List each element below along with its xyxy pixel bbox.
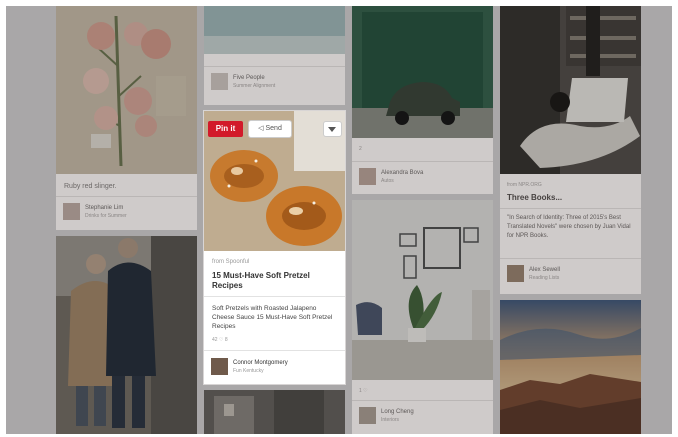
pin-card-top[interactable]: Five People Summer Alignment: [204, 6, 345, 105]
pin-image-street[interactable]: [204, 390, 345, 434]
board-name[interactable]: Autos: [381, 178, 394, 184]
pinner-name[interactable]: Connor Montgomery: [233, 360, 288, 366]
divider: [500, 208, 641, 209]
divider: [204, 350, 345, 351]
divider: [352, 161, 493, 162]
pin-source[interactable]: from NPR.ORG: [507, 182, 542, 188]
send-button[interactable]: ◁ Send: [249, 121, 291, 137]
avatar[interactable]: [211, 358, 228, 375]
avatar[interactable]: [359, 407, 376, 424]
avatar[interactable]: [211, 73, 228, 90]
pin-title[interactable]: Three Books...: [507, 193, 634, 203]
divider: [56, 196, 197, 197]
avatar[interactable]: [359, 168, 376, 185]
pin-card-interior[interactable]: 1 ♡ Long Cheng Interiors: [352, 200, 493, 434]
chevron-down-icon[interactable]: [324, 122, 341, 136]
board-name[interactable]: Interiors: [381, 417, 399, 423]
pin-image-car[interactable]: [352, 6, 493, 138]
pin-card-grapefruit[interactable]: Ruby red slinger. Stephanie Lim Drinks f…: [56, 6, 197, 230]
column-3: 2 Alexandra Bova Autos 1 ♡ Long Cheng In…: [352, 6, 493, 434]
pin-image-grapefruit[interactable]: [56, 6, 197, 174]
pin-card-bottom[interactable]: [204, 390, 345, 434]
pin-card-reading[interactable]: from NPR.ORG Three Books... "In Search o…: [500, 6, 641, 294]
pin-attribution[interactable]: Stephanie Lim Drinks for Summer: [63, 203, 191, 223]
pin-attribution[interactable]: Alex Sewell Reading Lists: [507, 265, 635, 285]
pin-attribution[interactable]: Alexandra Bova Autos: [359, 168, 487, 188]
pin-image-interior[interactable]: [352, 200, 493, 380]
pin-image-reading[interactable]: [500, 6, 641, 174]
pin-card-pretzel-hovered[interactable]: Pin it ◁ Send from Spoonful 15 Must-Have…: [204, 111, 345, 384]
pin-card-canyon[interactable]: [500, 300, 641, 434]
pinner-name[interactable]: Stephanie Lim: [85, 205, 123, 211]
send-label: Send: [265, 125, 282, 132]
avatar[interactable]: [63, 203, 80, 220]
divider: [352, 400, 493, 401]
column-1: Ruby red slinger. Stephanie Lim Drinks f…: [56, 6, 197, 434]
avatar[interactable]: [507, 265, 524, 282]
board-name[interactable]: Reading Lists: [529, 275, 559, 281]
column-4: from NPR.ORG Three Books... "In Search o…: [500, 6, 641, 434]
pin-image-coast[interactable]: [204, 6, 345, 54]
pin-image-pretzels[interactable]: Pin it ◁ Send: [204, 111, 345, 251]
pin-card-car[interactable]: 2 Alexandra Bova Autos: [352, 6, 493, 194]
pinner-name[interactable]: Long Cheng: [381, 409, 414, 415]
pinner-name[interactable]: Alexandra Bova: [381, 170, 423, 176]
divider: [500, 258, 641, 259]
pin-stats: 42 ♡ 8: [212, 337, 228, 343]
pinner-name[interactable]: Alex Sewell: [529, 267, 560, 273]
pin-attribution[interactable]: Long Cheng Interiors: [359, 407, 487, 427]
board-name[interactable]: Fun Kentucky: [233, 368, 264, 374]
divider: [204, 66, 345, 67]
pin-card-couple[interactable]: [56, 236, 197, 434]
pin-it-button[interactable]: Pin it: [208, 121, 243, 137]
pin-image-canyon[interactable]: [500, 300, 641, 434]
pin-title[interactable]: 15 Must-Have Soft Pretzel Recipes: [212, 271, 337, 291]
pin-caption: Ruby red slinger.: [64, 183, 117, 190]
pin-grid: Ruby red slinger. Stephanie Lim Drinks f…: [6, 6, 672, 434]
divider: [204, 296, 345, 297]
pin-source[interactable]: from Spoonful: [212, 259, 249, 265]
pin-attribution[interactable]: Five People Summer Alignment: [211, 73, 339, 93]
pin-description: Soft Pretzels with Roasted Jalapeno Chee…: [212, 305, 333, 330]
pin-description: "In Search of Identity: Three of 2015's …: [507, 215, 631, 239]
pinner-name[interactable]: Five People: [233, 75, 265, 81]
pin-stats: 1 ♡: [359, 388, 368, 394]
pin-image-couple[interactable]: [56, 236, 197, 434]
pin-stats: 2: [359, 146, 362, 152]
board-name[interactable]: Summer Alignment: [233, 83, 275, 89]
board-name[interactable]: Drinks for Summer: [85, 213, 127, 219]
